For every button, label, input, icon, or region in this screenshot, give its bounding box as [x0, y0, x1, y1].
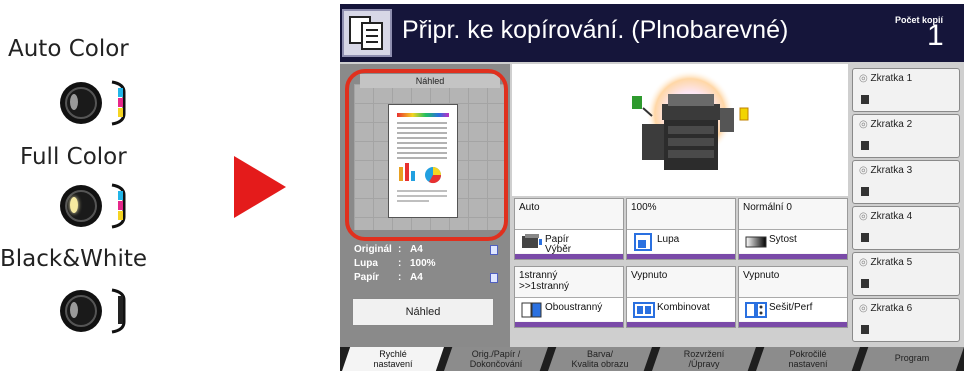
copy-mode-icon — [342, 9, 392, 57]
mode-label-auto-color: Auto Color — [8, 36, 129, 62]
original-size-row: Originál: A4 — [354, 244, 504, 255]
shortcut-1-button[interactable]: ◎ Zkratka 1 — [852, 68, 960, 112]
zoom-row: Lupa:100% — [354, 258, 436, 269]
shortcut-icon — [861, 233, 869, 242]
shortcut-5-button[interactable]: ◎ Zkratka 5 — [852, 252, 960, 296]
combine-button[interactable]: Vypnuto Kombinovat — [626, 266, 736, 328]
staple-punch-icon — [745, 302, 767, 318]
shortcut-3-button[interactable]: ◎ Zkratka 3 — [852, 160, 960, 204]
shortcut-icon — [861, 279, 869, 288]
color-indicator-icon — [111, 80, 126, 126]
tab-program[interactable]: Program — [860, 347, 964, 371]
tab-bar: Rychlé nastavení Orig./Papír / Dokončová… — [340, 347, 964, 371]
zoom-button[interactable]: 100% Lupa — [626, 198, 736, 260]
staple-punch-button[interactable]: Vypnuto Sešit/Perf — [738, 266, 848, 328]
combine-icon — [633, 302, 655, 318]
shortcut-icon — [861, 187, 869, 196]
machine-illustration — [512, 64, 848, 196]
tab-layout-edit[interactable]: Rozvržení /Úpravy — [652, 347, 756, 371]
touch-panel: Připr. ke kopírování. (Plnobarevné) Poče… — [340, 4, 964, 371]
paper-selection-button[interactable]: Auto Papír Výběr — [514, 198, 624, 260]
duplex-icon — [521, 302, 542, 318]
duplex-button[interactable]: 1stranný >>1stranný Oboustranný — [514, 266, 624, 328]
zoom-icon — [634, 233, 652, 251]
mode-label-full-color: Full Color — [20, 144, 127, 170]
full-color-dial[interactable] — [60, 185, 102, 227]
preview-button[interactable]: Náhled — [352, 298, 494, 326]
shortcut-icon — [861, 95, 869, 104]
black-white-dial[interactable] — [60, 290, 102, 332]
title-bar: Připr. ke kopírování. (Plnobarevné) Poče… — [340, 4, 964, 62]
paper-tray-icon — [522, 234, 542, 248]
shortcut-6-button[interactable]: ◎ Zkratka 6 — [852, 298, 960, 342]
shortcut-4-button[interactable]: ◎ Zkratka 4 — [852, 206, 960, 250]
tab-color-quality[interactable]: Barva/ Kvalita obrazu — [548, 347, 652, 371]
status-title: Připr. ke kopírování. (Plnobarevné) — [402, 16, 789, 44]
shortcut-icon — [861, 141, 869, 150]
tab-advanced-setup[interactable]: Pokročilé nastavení — [756, 347, 860, 371]
tab-quick-setup[interactable]: Rychlé nastavení — [342, 347, 444, 371]
shortcut-icon — [861, 325, 869, 334]
density-button[interactable]: Normální 0 Sytost — [738, 198, 848, 260]
original-icon — [490, 245, 498, 255]
mono-indicator-icon — [111, 288, 126, 334]
color-indicator-icon — [111, 183, 126, 229]
preview-highlight-ring — [345, 69, 508, 241]
auto-color-dial[interactable] — [60, 82, 102, 124]
paper-size-row: Papír: A4 — [354, 272, 504, 283]
tab-original-paper[interactable]: Orig./Papír / Dokončování — [444, 347, 548, 371]
density-icon — [745, 236, 767, 248]
shortcut-2-button[interactable]: ◎ Zkratka 2 — [852, 114, 960, 158]
paper-icon — [490, 273, 498, 283]
mode-label-black-white: Black&White — [0, 246, 148, 272]
preview-pane: Náhled Originál: A4 Lupa:100% Papír: A4… — [340, 64, 510, 347]
right-arrow-icon — [234, 156, 286, 218]
copies-count[interactable]: 1 — [927, 19, 944, 53]
